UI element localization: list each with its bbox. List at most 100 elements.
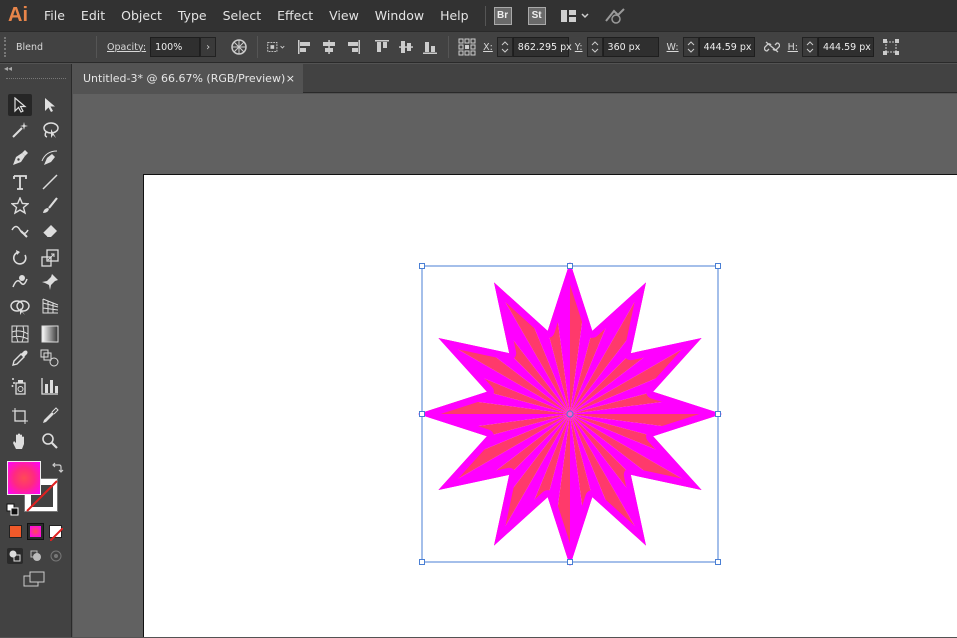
panel-grip[interactable] [6, 78, 66, 81]
align-horizontal-center-icon[interactable] [318, 36, 340, 58]
align-to-selection-icon[interactable] [265, 36, 287, 58]
panel-collapse-icon[interactable]: ◂◂ [0, 64, 71, 74]
w-label[interactable]: W: [667, 42, 679, 53]
menu-type[interactable]: Type [170, 0, 215, 31]
control-bar: Blend Opacity: 100% › X: 862.295 px Y: 3… [0, 31, 957, 63]
tools-panel: ◂◂ [0, 64, 72, 637]
align-bottom-icon[interactable] [419, 36, 441, 58]
h-field[interactable]: 444.59 px [817, 37, 874, 57]
blend-tool-icon[interactable] [38, 347, 62, 369]
workspace-switcher-icon[interactable] [560, 9, 590, 23]
draw-inside-icon[interactable] [48, 548, 64, 564]
artboard-tool-icon[interactable] [8, 405, 32, 427]
align-top-icon[interactable] [371, 36, 393, 58]
constrain-proportions-icon[interactable] [761, 36, 783, 58]
menu-divider [484, 5, 486, 26]
x-label[interactable]: X: [483, 42, 493, 53]
opacity-field[interactable]: 100% [150, 37, 201, 57]
align-right-icon[interactable] [342, 36, 364, 58]
y-stepper[interactable] [586, 37, 603, 57]
artboard[interactable] [143, 174, 957, 637]
lasso-tool-icon[interactable] [38, 119, 62, 141]
bridge-label: Br [493, 6, 512, 25]
direct-selection-tool-icon[interactable] [38, 94, 62, 116]
h-stepper[interactable] [801, 37, 818, 57]
menu-object[interactable]: Object [113, 0, 170, 31]
menu-help[interactable]: Help [432, 0, 477, 31]
document-tab[interactable]: Untitled-3* @ 66.67% (RGB/Preview) × [73, 64, 303, 93]
mesh-tool-icon[interactable] [8, 323, 32, 345]
gradient-tool-icon[interactable] [38, 323, 62, 345]
shaper-tool-icon[interactable] [8, 219, 32, 241]
panel-grip[interactable] [4, 37, 12, 57]
transform-options-icon[interactable] [880, 36, 902, 58]
color-mode-icon[interactable] [9, 525, 22, 538]
perspective-grid-tool-icon[interactable] [38, 295, 62, 317]
bounding-box-handle[interactable] [715, 559, 721, 565]
bounding-box-handle[interactable] [715, 263, 721, 269]
close-tab-icon[interactable]: × [286, 72, 295, 85]
line-segment-tool-icon[interactable] [38, 171, 62, 193]
h-label[interactable]: H: [788, 42, 798, 53]
menu-file[interactable]: File [36, 0, 73, 31]
zoom-tool-icon[interactable] [38, 430, 62, 452]
reference-point-icon[interactable] [456, 36, 478, 58]
column-graph-tool-icon[interactable] [38, 375, 62, 397]
none-mode-icon[interactable] [49, 525, 64, 542]
bounding-box-handle[interactable] [567, 263, 573, 269]
scale-tool-icon[interactable] [38, 247, 62, 269]
opacity-flyout-button[interactable]: › [200, 37, 217, 57]
draw-behind-icon[interactable] [28, 548, 44, 564]
y-label[interactable]: Y: [575, 42, 583, 53]
bounding-box-handle[interactable] [715, 411, 721, 417]
x-field[interactable]: 862.295 px [512, 37, 572, 57]
x-stepper[interactable] [496, 37, 513, 57]
symbol-sprayer-tool-icon[interactable] [8, 375, 32, 397]
selection-type-label: Blend [16, 41, 44, 53]
bridge-icon[interactable]: Br [493, 6, 512, 25]
gpu-performance-icon[interactable] [604, 7, 626, 25]
menu-bar: Ai File Edit Object Type Select Effect V… [0, 0, 957, 31]
opacity-label[interactable]: Opacity: [107, 42, 146, 53]
bounding-box-handle[interactable] [419, 411, 425, 417]
rotate-tool-icon[interactable] [8, 247, 32, 269]
curvature-tool-icon[interactable] [38, 147, 62, 169]
hand-tool-icon[interactable] [8, 430, 32, 452]
stock-icon[interactable]: St [527, 6, 546, 25]
align-left-icon[interactable] [294, 36, 316, 58]
align-vertical-center-icon[interactable] [395, 36, 417, 58]
swap-fill-stroke-icon[interactable] [50, 461, 64, 475]
menu-effect[interactable]: Effect [269, 0, 321, 31]
fill-swatch[interactable] [7, 461, 41, 495]
star-tool-icon[interactable] [8, 195, 32, 217]
bounding-box-handle[interactable] [567, 559, 573, 565]
free-transform-tool-icon[interactable] [38, 271, 62, 293]
bounding-box-handle[interactable] [419, 559, 425, 565]
menu-view[interactable]: View [321, 0, 367, 31]
paintbrush-tool-icon[interactable] [38, 195, 62, 217]
star-blend-artwork[interactable] [144, 175, 957, 638]
pen-tool-icon[interactable] [8, 147, 32, 169]
default-fill-stroke-icon[interactable] [6, 502, 20, 516]
recolor-artwork-icon[interactable] [228, 36, 250, 58]
gradient-mode-icon[interactable] [27, 523, 44, 540]
menu-window[interactable]: Window [367, 0, 432, 31]
eraser-tool-icon[interactable] [38, 219, 62, 241]
menu-select[interactable]: Select [215, 0, 270, 31]
menu-edit[interactable]: Edit [73, 0, 113, 31]
type-tool-icon[interactable] [8, 171, 32, 193]
slice-tool-icon[interactable] [38, 405, 62, 427]
screen-mode-icon[interactable] [22, 571, 48, 589]
bounding-box-handle[interactable] [419, 263, 425, 269]
w-field[interactable]: 444.59 px [698, 37, 755, 57]
selection-tool-icon[interactable] [8, 94, 32, 116]
eyedropper-tool-icon[interactable] [8, 347, 32, 369]
w-stepper[interactable] [682, 37, 699, 57]
stock-label: St [527, 6, 546, 25]
star-rays [418, 262, 722, 566]
shape-builder-tool-icon[interactable] [8, 295, 32, 317]
warp-tool-icon[interactable] [8, 271, 32, 293]
y-field[interactable]: 360 px [602, 37, 659, 57]
draw-normal-icon[interactable] [7, 548, 23, 564]
magic-wand-tool-icon[interactable] [8, 119, 32, 141]
